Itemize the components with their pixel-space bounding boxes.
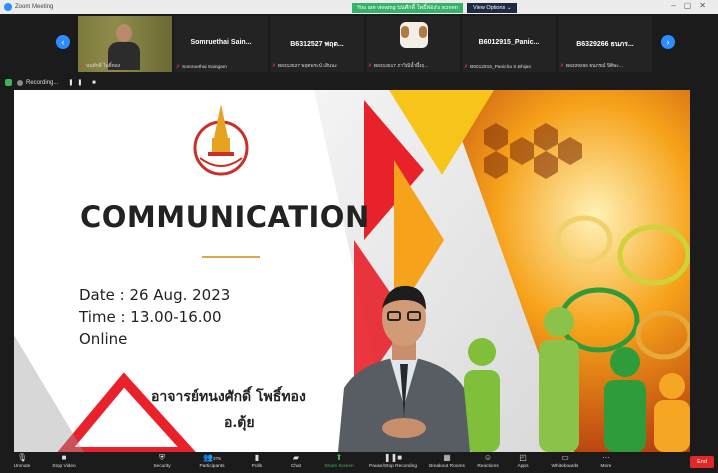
ellipsis-icon: ··· xyxy=(602,453,610,462)
prev-page-arrow-icon[interactable]: ‹ xyxy=(56,35,70,49)
shared-screen-slide: COMMUNICATION Date : 26 Aug. 2023 Time :… xyxy=(14,90,690,452)
participants-icon: 👥275 xyxy=(203,453,221,463)
zoom-window: Zoom Meeting You are viewing นนศักดิ์ โพ… xyxy=(0,0,718,473)
participant-avatar-dog xyxy=(400,22,428,48)
share-screen-icon: ⬆ xyxy=(335,453,343,462)
view-options-button[interactable]: View Options ⌄ xyxy=(467,3,518,13)
security-label: Security xyxy=(153,464,171,469)
participant-strip: ‹ ✗ นนศักดิ์ โพธิ์ทอง Somruethai Sain... … xyxy=(0,14,718,76)
unmute-button[interactable]: 🎙 Unmute xyxy=(8,452,36,473)
participants-label: Participants xyxy=(199,464,225,469)
unmute-label: Unmute xyxy=(13,464,31,469)
participants-count: 275 xyxy=(212,457,221,462)
share-screen-button[interactable]: ⬆ Share Screen xyxy=(320,452,358,473)
share-screen-label: Share Screen xyxy=(324,464,354,469)
slide-mode: Online xyxy=(79,330,128,348)
window-title: Zoom Meeting xyxy=(15,4,54,10)
breakout-rooms-button[interactable]: ▦ Breakout Rooms xyxy=(426,452,468,473)
microphone-muted-icon: 🎙 xyxy=(17,453,28,462)
participant-footer: ✗ B6329266 ธนภรณ์ ปิติพะ... xyxy=(560,64,623,69)
right-gutter xyxy=(690,90,718,452)
recording-bar: Recording... ❚❚ ■ xyxy=(0,76,718,89)
muted-mic-icon: ✗ xyxy=(560,64,565,69)
recording-icon xyxy=(17,79,23,86)
muted-mic-icon: ✗ xyxy=(368,64,373,69)
share-banner: You are viewing นนศักดิ์ โพธิ์ทอง's scre… xyxy=(352,3,518,13)
stop-video-label: Stop Video xyxy=(52,464,76,469)
participant-name: B6312527 พฤต... xyxy=(290,41,344,48)
participant-footer: ✗ B6312527 พฤตพระน์ เสินนะ xyxy=(272,64,338,69)
chat-button[interactable]: ▰ Chat xyxy=(285,452,307,473)
apps-button[interactable]: ◰ Apps xyxy=(512,452,534,473)
participant-footer: ✗ B6012915_Panicha S.Bhijan xyxy=(464,65,532,70)
end-meeting-button[interactable]: End xyxy=(690,456,714,468)
apps-icon: ◰ xyxy=(519,453,527,462)
recording-controls[interactable]: ❚❚ ■ xyxy=(68,79,99,86)
bar-chart-icon: ▮ xyxy=(254,453,260,462)
whiteboard-icon: ▭ xyxy=(561,453,569,462)
breakout-label: Breakout Rooms xyxy=(429,464,465,469)
university-logo xyxy=(193,104,249,176)
pause-recording-label: Pause/Stop Recording xyxy=(369,464,417,469)
title-underline xyxy=(202,256,260,258)
slide-date: Date : 26 Aug. 2023 xyxy=(79,286,231,304)
polls-label: Polls xyxy=(251,464,263,469)
video-camera-icon: ■ xyxy=(61,453,67,462)
participant-footer: ✗ Somruethai Saingam xyxy=(176,65,227,70)
teacher-name: อาจารย์ทนงศักดิ์ โพธิ์ทอง xyxy=(151,389,306,405)
slide-title: COMMUNICATION xyxy=(80,200,370,234)
more-button[interactable]: ··· More xyxy=(596,452,616,473)
participants-button[interactable]: 👥275 Participants xyxy=(193,452,231,473)
view-options-label: View Options xyxy=(473,5,506,11)
participant-tile-1[interactable]: Somruethai Sain... ✗ Somruethai Saingam xyxy=(174,16,268,72)
participant-name: B6329266 ธนภร... xyxy=(576,41,634,48)
chat-label: Chat xyxy=(290,464,302,469)
participant-tile-2[interactable]: B6312527 พฤต... ✗ B6312527 พฤตพระน์ เสินน… xyxy=(270,16,364,72)
polls-button[interactable]: ▮ Polls xyxy=(246,452,268,473)
whiteboards-button[interactable]: ▭ Whiteboards xyxy=(547,452,583,473)
slide-time: Time : 13.00-16.00 xyxy=(79,308,222,326)
shield-icon xyxy=(5,79,12,86)
window-controls[interactable]: –▢✕ xyxy=(671,1,714,10)
participant-tile-0[interactable]: ✗ นนศักดิ์ โพธิ์ทอง xyxy=(78,16,172,72)
muted-mic-icon: ✗ xyxy=(80,64,85,69)
muted-mic-icon: ✗ xyxy=(176,65,181,70)
participant-footer: ✗ B6312517 ภาวิณีน้ำผึ้งฤ... xyxy=(368,64,429,69)
pause-stop-icon: ❚❚■ xyxy=(383,453,403,462)
pause-recording-button[interactable]: ❚❚■ Pause/Stop Recording xyxy=(364,452,422,473)
participant-tile-5[interactable]: B6329266 ธนภร... ✗ B6329266 ธนภรณ์ ปิติพะ… xyxy=(558,16,652,72)
reactions-button[interactable]: ☺ Reactions xyxy=(474,452,502,473)
smiley-icon: ☺ xyxy=(483,453,493,462)
title-bar: Zoom Meeting You are viewing นนศักดิ์ โพ… xyxy=(0,0,718,14)
stop-video-button[interactable]: ■ Stop Video xyxy=(46,452,82,473)
left-gutter xyxy=(0,90,14,452)
grid-icon: ▦ xyxy=(443,453,451,462)
shield-icon: ⛨ xyxy=(159,453,165,462)
muted-mic-icon: ✗ xyxy=(272,64,277,69)
reactions-label: Reactions xyxy=(477,464,499,469)
participant-name: B6012915_Panic... xyxy=(478,39,540,46)
chat-bubble-icon: ▰ xyxy=(292,453,300,462)
more-label: More xyxy=(600,464,612,469)
participant-name: Somruethai Sain... xyxy=(190,39,252,46)
next-page-arrow-icon[interactable]: › xyxy=(661,35,675,49)
apps-label: Apps xyxy=(517,464,529,469)
muted-mic-icon: ✗ xyxy=(464,65,469,70)
viewing-screen-label: You are viewing นนศักดิ์ โพธิ์ทอง's scre… xyxy=(352,3,463,13)
participant-footer: ✗ นนศักดิ์ โพธิ์ทอง xyxy=(80,64,121,69)
recording-label: Recording... xyxy=(26,79,59,86)
participant-tile-4[interactable]: B6012915_Panic... ✗ B6012915_Panicha S.Bh… xyxy=(462,16,556,72)
meeting-toolbar: 🎙 Unmute ■ Stop Video ⛨ Security 👥275 Pa… xyxy=(0,452,718,473)
participant-tile-3[interactable]: ✗ B6312517 ภาวิณีน้ำผึ้งฤ... xyxy=(366,16,460,72)
whiteboards-label: Whiteboards xyxy=(551,464,579,469)
teacher-nickname: อ.ตุ้ย xyxy=(224,415,255,431)
zoom-app-icon xyxy=(4,3,12,11)
security-button[interactable]: ⛨ Security xyxy=(146,452,178,473)
presenter-photo xyxy=(338,285,470,452)
